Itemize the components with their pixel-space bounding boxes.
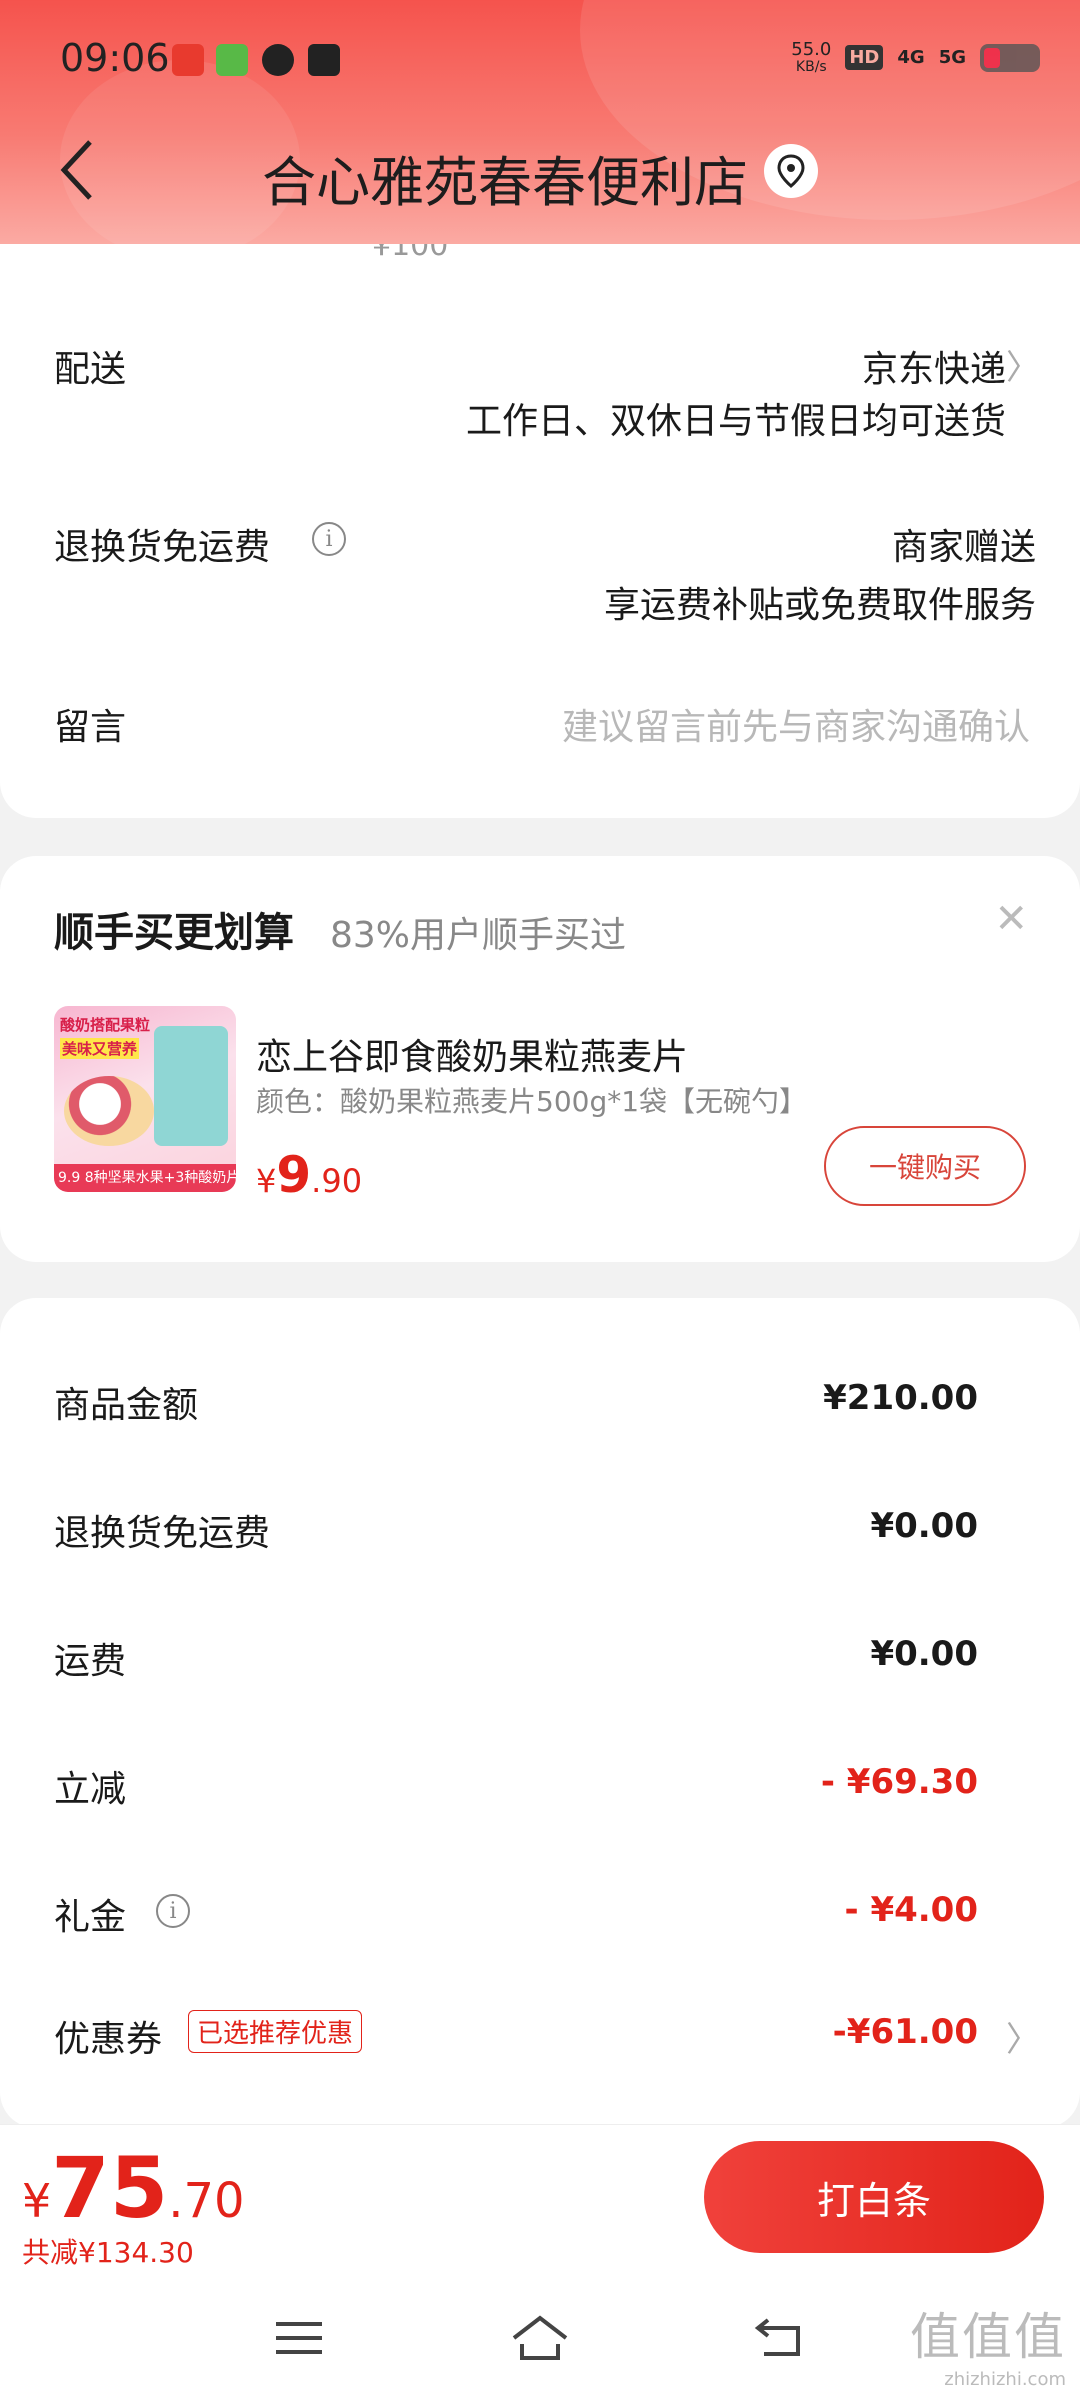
system-nav-bar: 值值值 zhizhizhi.com [0, 2274, 1080, 2400]
net-speed: 55.0 KB/s [791, 40, 831, 75]
delivery-label: 配送 [54, 349, 127, 390]
order-info-card: 配送 京东快递 〉 工作日、双休日与节假日均可送货 退换货免运费 i 商家赠送 … [0, 240, 1080, 818]
return-value: 商家赠送 [891, 527, 1036, 568]
price-currency: ¥ [256, 1162, 277, 1200]
thumb-strip: 9.9 8种坚果水果+3种酸奶片 [54, 1164, 236, 1192]
info-icon[interactable]: i [312, 522, 346, 556]
watermark-site: zhizhizhi.com [944, 2369, 1066, 2390]
total-int: 75 [51, 2139, 169, 2237]
menu-icon[interactable] [274, 2314, 324, 2370]
checkout-bar: ¥75.70 共减¥134.30 打白条 [0, 2124, 1080, 2274]
chevron-right-icon[interactable]: 〉 [1006, 2012, 1040, 2061]
message-input[interactable]: 建议留言前先与商家沟通确认 [562, 698, 1030, 750]
summary-label: 立减 [54, 1769, 127, 1810]
coupon-value[interactable]: -¥61.00 [833, 2012, 978, 2052]
watermark: 值值值 zhizhizhi.com [910, 2297, 1066, 2390]
header: 09:06 55.0 KB/s HD 4G 5G 合心雅苑春春便利店 [0, 0, 1080, 244]
summary-value: ¥0.00 [870, 1634, 978, 1674]
pay-button[interactable]: 打白条 [704, 2141, 1044, 2253]
status-time: 09:06 [60, 36, 170, 80]
status-right: 55.0 KB/s HD 4G 5G [791, 40, 1040, 75]
jd-app-icon [172, 44, 204, 76]
watermark-logo: 值值值 [910, 2308, 1066, 2366]
delivery-value[interactable]: 京东快递 [862, 340, 1006, 392]
total-price: ¥75.70 [22, 2139, 245, 2237]
thumb-text: 酸奶搭配果粒 [60, 1016, 151, 1034]
net-speed-unit: KB/s [795, 58, 827, 75]
back-icon[interactable] [58, 138, 98, 212]
summary-value: - ¥4.00 [844, 1890, 979, 1930]
summary-value: - ¥69.30 [820, 1762, 978, 1802]
chevron-right-icon[interactable]: 〉 [1006, 340, 1040, 389]
close-icon[interactable]: ✕ [994, 896, 1028, 942]
upsell-card: 顺手买更划算 83%用户顺手买过 ✕ 酸奶搭配果粒 美味又营养 9.9 8种坚果… [0, 856, 1080, 1262]
summary-value: ¥0.00 [870, 1506, 978, 1546]
thumb-text: 美味又营养 [60, 1038, 140, 1059]
saved-amount: 共减¥134.30 [22, 2236, 194, 2269]
message-icon [262, 44, 294, 76]
signal-5g-icon: 5G [938, 47, 966, 69]
summary-label: 礼金 [54, 1897, 127, 1938]
product-bag-graphic [154, 1026, 228, 1146]
product-spec: 颜色：酸奶果粒燕麦片500g*1袋【无碗勺】 [256, 1085, 808, 1118]
delivery-note: 工作日、双休日与节假日均可送货 [465, 401, 1006, 442]
back-nav-icon[interactable] [754, 2314, 804, 2372]
summary-label: 退换货免运费 [54, 1513, 271, 1554]
video-app-icon [216, 44, 248, 76]
location-pin-icon[interactable] [764, 144, 818, 198]
summary-value: ¥210.00 [823, 1378, 978, 1418]
price-dec: .90 [311, 1162, 363, 1200]
page-title: 合心雅苑春春便利店 [262, 151, 748, 214]
signal-4g-icon: 4G [897, 47, 925, 69]
price-int: 9 [276, 1146, 312, 1204]
summary-label: 优惠券 [54, 2019, 163, 2060]
total-dec: .70 [168, 2173, 245, 2229]
nav-bar: 合心雅苑春春便利店 [0, 120, 1080, 230]
message-label: 留言 [54, 707, 127, 748]
info-icon[interactable]: i [156, 1894, 190, 1928]
one-click-buy-button[interactable]: 一键购买 [824, 1126, 1026, 1206]
product-bowl-graphic [64, 1076, 154, 1146]
price-summary-card: 商品金额 ¥210.00 退换货免运费 ¥0.00 运费 ¥0.00 立减 - … [0, 1298, 1080, 2128]
battery-icon [980, 43, 1040, 72]
status-bar: 09:06 55.0 KB/s HD 4G 5G [0, 0, 1080, 120]
upsell-subtitle: 83%用户顺手买过 [330, 915, 627, 956]
product-name[interactable]: 恋上谷即食酸奶果粒燕麦片 [256, 1028, 688, 1080]
upsell-title: 顺手买更划算 [54, 910, 294, 956]
summary-label: 商品金额 [54, 1385, 199, 1426]
product-price: ¥9.90 [256, 1146, 362, 1204]
net-speed-value: 55.0 [791, 39, 832, 60]
summary-label: 运费 [54, 1641, 127, 1682]
play-icon [308, 44, 340, 76]
return-label: 退换货免运费 [54, 527, 271, 568]
hd-icon: HD [845, 45, 884, 71]
coupon-tag: 已选推荐优惠 [188, 2010, 363, 2053]
home-icon[interactable] [510, 2314, 570, 2374]
total-currency: ¥ [22, 2174, 52, 2228]
product-image[interactable]: 酸奶搭配果粒 美味又营养 9.9 8种坚果水果+3种酸奶片 [54, 1006, 236, 1192]
return-note: 享运费补贴或免费取件服务 [603, 585, 1036, 626]
